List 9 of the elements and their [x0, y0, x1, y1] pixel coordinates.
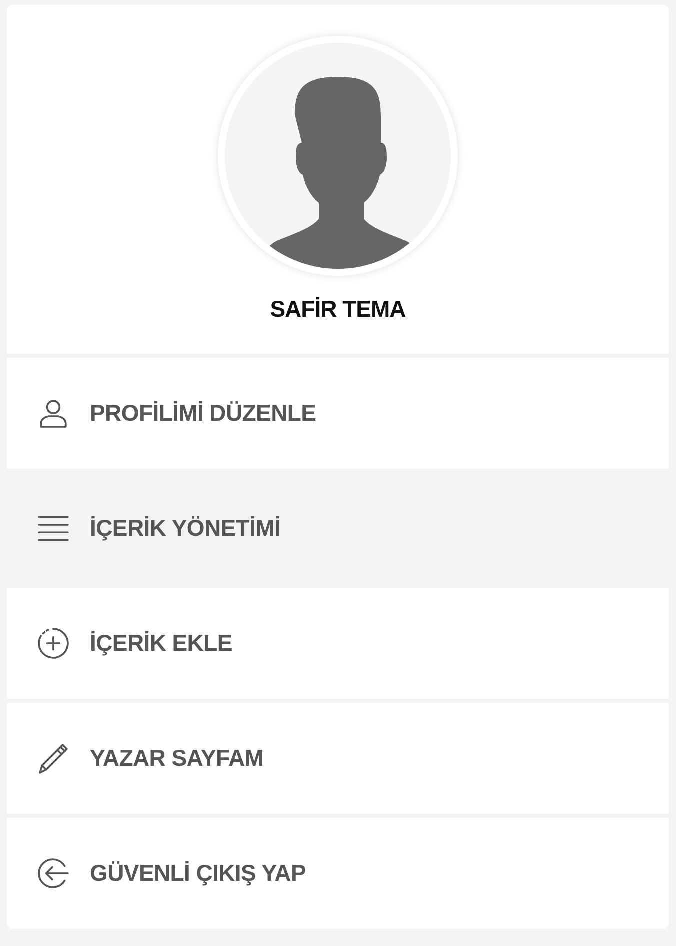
- menu-item[interactable]: PROFİLİMİ DÜZENLE: [7, 358, 669, 469]
- add-circle-icon: [37, 627, 70, 660]
- menu-item[interactable]: GÜVENLİ ÇIKIŞ YAP: [7, 818, 669, 929]
- menu-item[interactable]: İÇERİK EKLE: [7, 588, 669, 699]
- user-icon: [37, 397, 70, 430]
- profile-name: SAFİR TEMA: [270, 296, 406, 323]
- menu-item[interactable]: YAZAR SAYFAM: [7, 703, 669, 814]
- pencil-icon: [37, 742, 70, 775]
- logout-icon: [37, 857, 70, 890]
